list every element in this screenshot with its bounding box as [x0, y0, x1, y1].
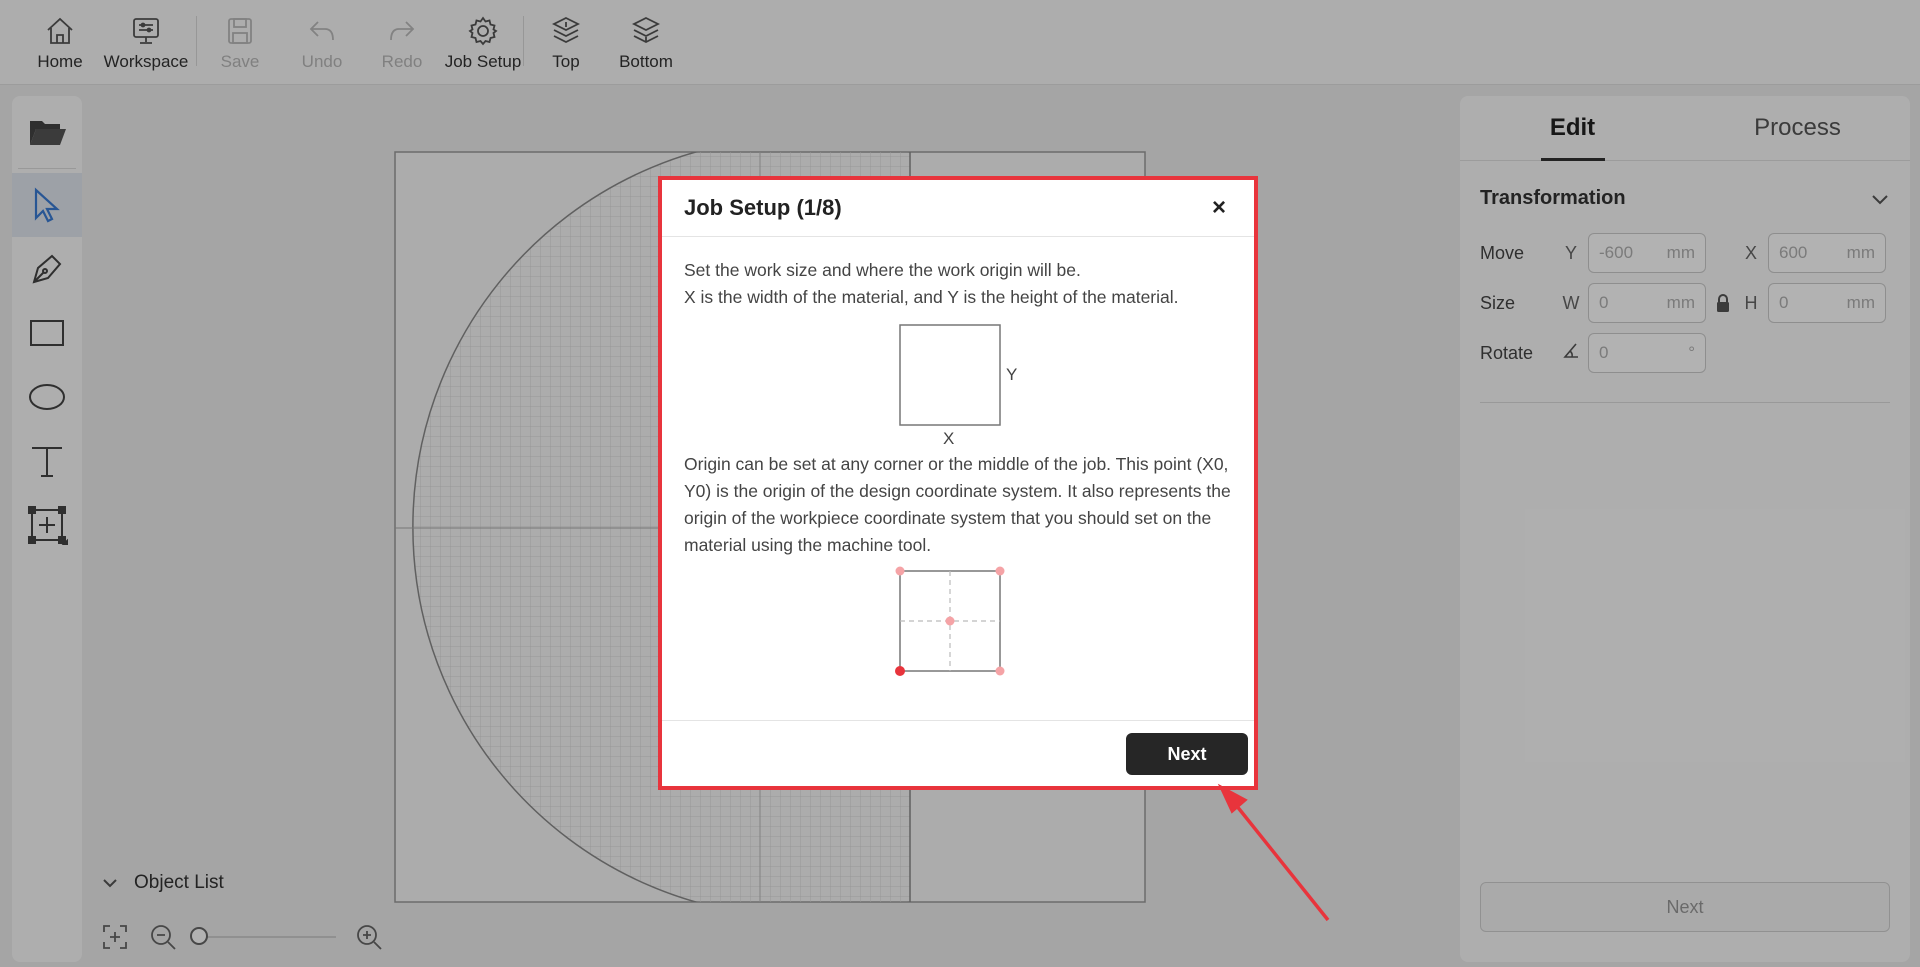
next-button[interactable]: Next	[1126, 733, 1248, 775]
dialog-text-1: Set the work size and where the work ori…	[684, 260, 1081, 280]
origin-figure	[684, 565, 1232, 677]
dialog-footer: Next	[662, 720, 1254, 786]
dialog-text-3: Origin can be set at any corner or the m…	[684, 454, 1231, 555]
job-setup-dialog: Job Setup (1/8) × Set the work size and …	[658, 176, 1258, 790]
dialog-title: Job Setup (1/8)	[684, 195, 842, 220]
origin-diagram	[895, 566, 1005, 676]
fig-x-label: X	[943, 429, 955, 448]
work-size-figure: Y X	[684, 311, 1232, 451]
dialog-text-2: X is the width of the material, and Y is…	[684, 287, 1179, 307]
close-button[interactable]: ×	[1212, 194, 1226, 222]
fig-y-label: Y	[1006, 365, 1018, 384]
work-size-diagram	[899, 324, 1001, 426]
dialog-header: Job Setup (1/8) ×	[662, 180, 1254, 237]
dialog-body: Set the work size and where the work ori…	[662, 237, 1254, 677]
